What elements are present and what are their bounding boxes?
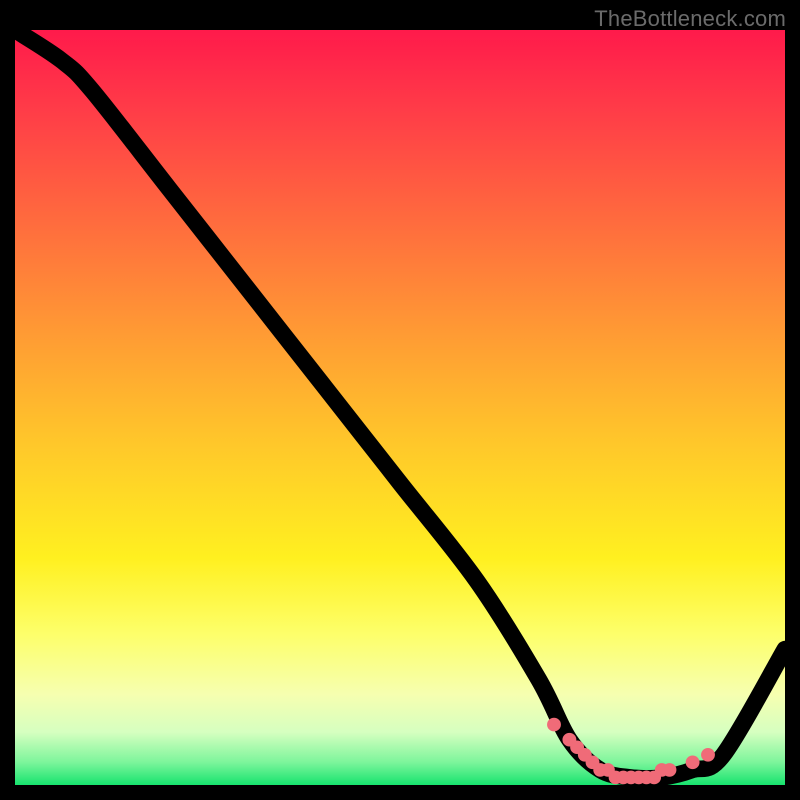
bottleneck-curve <box>15 30 785 778</box>
curve-layer <box>15 30 785 785</box>
highlight-dot <box>547 718 561 732</box>
watermark-text: TheBottleneck.com <box>594 6 786 32</box>
chart-frame: TheBottleneck.com <box>0 0 800 800</box>
highlight-dot <box>686 756 700 770</box>
highlight-dot <box>663 763 677 777</box>
gradient-plot-area <box>15 30 785 785</box>
highlight-dot <box>701 748 715 762</box>
